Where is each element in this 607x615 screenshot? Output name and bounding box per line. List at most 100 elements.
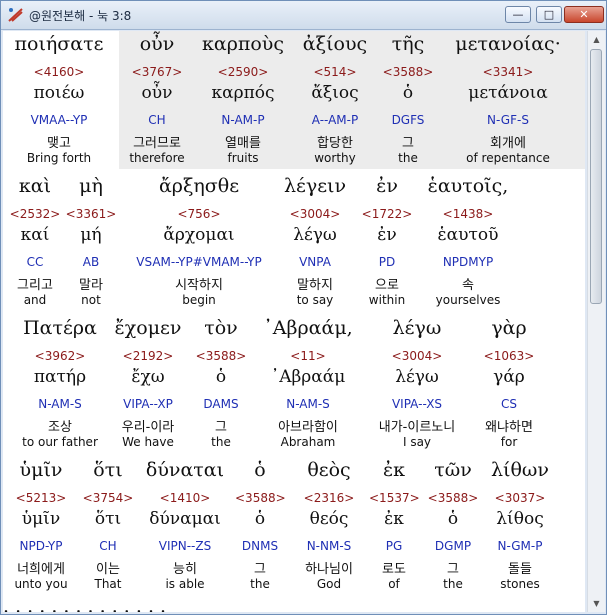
interlinear-word[interactable]: καὶ <2532> καί CC 그리고 and: [5, 175, 65, 311]
verse-content-area[interactable]: ποιήσατε <4160> ποιέω VMAA--YP 맺고 Bring forth…: [3, 31, 585, 612]
strong-number: <3004>: [391, 349, 443, 363]
vertical-scrollbar[interactable]: ▲ ▼: [587, 31, 605, 612]
maximize-button[interactable]: □: [536, 6, 562, 23]
interlinear-word[interactable]: ὅτι <3754> ὅτι CH 이는 That: [78, 459, 138, 595]
korean-gloss: 능히: [173, 562, 197, 577]
lemma-word: θεός: [309, 509, 349, 529]
greek-word: μετανοίας·: [455, 33, 561, 55]
parsing-code: CH: [148, 113, 166, 127]
lemma-word: μετάνοια: [468, 83, 548, 103]
lemma-word: ἐκ: [384, 509, 404, 529]
lemma-word: ὁ: [254, 509, 266, 529]
korean-gloss: 그: [254, 562, 266, 577]
strong-number: <1438>: [442, 207, 494, 221]
parsing-code: N-NM-S: [306, 539, 352, 553]
scroll-down-arrow-icon[interactable]: ▼: [588, 595, 605, 612]
parsing-code: AB: [82, 255, 100, 269]
korean-gloss: 조상: [48, 420, 72, 435]
greek-word: μὴ: [79, 175, 103, 197]
next-row-cutoff: · · · · · · · · · · · · · ·: [3, 601, 167, 612]
interlinear-word[interactable]: ὁ <3588> ὁ DNMS 그 the: [235, 459, 286, 595]
korean-gloss: 맺고: [47, 136, 71, 151]
greek-word: τὸν: [204, 317, 238, 339]
interlinear-word[interactable]: μὴ <3361> μή AB 말라 not: [61, 175, 121, 311]
interlinear-word[interactable]: Πατέρα <3962> πατήρ N-AM-S 조상 to our father: [8, 317, 113, 453]
scroll-up-arrow-icon[interactable]: ▲: [588, 31, 605, 48]
lemma-word: ἔχω: [131, 367, 165, 387]
korean-gloss: 그: [447, 562, 459, 577]
parsing-code: NPDMYP: [442, 255, 494, 269]
scroll-thumb[interactable]: [590, 49, 602, 304]
greek-word: δύναται: [145, 459, 225, 481]
lemma-word: καρπός: [211, 83, 275, 103]
interlinear-word[interactable]: τὸν <3588> ὁ DAMS 그 the: [191, 317, 251, 453]
interlinear-word[interactable]: μετανοίας· <3341> μετάνοια N-GF-S 회개에 of repe…: [443, 33, 573, 169]
english-gloss: We have: [122, 435, 174, 449]
lemma-word: γάρ: [493, 367, 525, 387]
interlinear-word[interactable]: ἐν <1722> ἐν PD 으로 within: [357, 175, 417, 311]
english-gloss: of: [388, 577, 400, 591]
interlinear-word[interactable]: καρποὺς <2590> καρπός N-AM-P 열매를 fruits: [198, 33, 288, 169]
english-gloss: God: [316, 577, 342, 591]
english-gloss: worthy: [314, 151, 356, 165]
greek-word: καὶ: [18, 175, 52, 197]
lemma-word: ἐν: [377, 225, 397, 245]
english-gloss: is able: [165, 577, 205, 591]
interlinear-word[interactable]: ἔχομεν <2192> ἔχω VIPA--XP 우리-이라 We have: [98, 317, 198, 453]
greek-word: ὅτι: [93, 459, 123, 481]
parsing-code: VIPA--XS: [391, 397, 443, 411]
parsing-code: VSAM--YP#VMAM--YP: [136, 255, 262, 269]
interlinear-word[interactable]: ἑαυτοῖς, <1438> ἑαυτοῦ NPDMYP 속 yourselves: [413, 175, 523, 311]
close-button[interactable]: ✕: [564, 6, 604, 23]
korean-gloss: 으로: [375, 278, 399, 293]
lemma-word: μή: [80, 225, 102, 245]
interlinear-word[interactable]: θεὸς <2316> θεός N-NM-S 하나님이 God: [289, 459, 369, 595]
strong-number: <2532>: [9, 207, 61, 221]
minimize-button[interactable]: —: [505, 6, 531, 23]
lemma-word: ἄξιος: [311, 83, 359, 103]
korean-gloss: 그: [215, 420, 227, 435]
parsing-code: NPD-YP: [19, 539, 63, 553]
interlinear-word[interactable]: ποιήσατε <4160> ποιέω VMAA--YP 맺고 Bring forth: [3, 33, 115, 169]
english-gloss: the: [443, 577, 463, 591]
english-gloss: of repentance: [466, 151, 550, 165]
parsing-code: DGFS: [391, 113, 425, 127]
korean-gloss: 시작하지: [175, 278, 223, 293]
parsing-code: PD: [378, 255, 396, 269]
parsing-code: VIPN--ZS: [158, 539, 212, 553]
korean-gloss: 그: [402, 136, 414, 151]
lemma-word: ὅτι: [94, 509, 122, 529]
interlinear-word[interactable]: δύναται <1410> δύναμαι VIPN--ZS 능히 is able: [140, 459, 230, 595]
strong-number: <3037>: [494, 491, 546, 505]
interlinear-word[interactable]: λίθων <3037> λίθος N-GM-P 돌들 stones: [485, 459, 555, 595]
interlinear-word[interactable]: ὑμῖν <5213> ὑμῖν NPD-YP 너희에게 unto you: [6, 459, 76, 595]
english-gloss: yourselves: [435, 293, 501, 307]
interlinear-word[interactable]: ᾿Αβραάμ, <11> ᾿Αβραάμ N-AM-S 아브라함이 Abraham: [253, 317, 363, 453]
english-gloss: That: [94, 577, 122, 591]
interlinear-word[interactable]: ἐκ <1537> ἐκ PG 로도 of: [369, 459, 420, 595]
greek-word: λίθων: [491, 459, 549, 481]
lemma-word: ᾿Αβραάμ: [270, 367, 346, 387]
greek-word: Πατέρα: [23, 317, 97, 339]
korean-gloss: 내가-이르노니: [378, 420, 456, 435]
title-bar[interactable]: @원전본해 - 눅 3:8 — □ ✕: [1, 1, 606, 30]
interlinear-word[interactable]: ἀξίους <514> ἄξιος A--AM-P 합당한 worthy: [295, 33, 375, 169]
greek-word: τῆς: [391, 33, 425, 55]
lemma-word: λίθος: [496, 509, 544, 529]
strong-number: <3341>: [482, 65, 534, 79]
interlinear-word[interactable]: οὖν <3767> οὖν CH 그러므로 therefore: [117, 33, 197, 169]
english-gloss: for: [500, 435, 518, 449]
strong-number: <2192>: [122, 349, 174, 363]
greek-word: ἐν: [376, 175, 398, 197]
strong-number: <3361>: [65, 207, 117, 221]
english-gloss: begin: [182, 293, 216, 307]
interlinear-word[interactable]: ἄρξησθε <756> ἄρχομαι VSAM--YP#VMAM--YP 시작하지…: [124, 175, 274, 311]
interlinear-word[interactable]: τῆς <3588> ὁ DGFS 그 the: [378, 33, 438, 169]
interlinear-word[interactable]: τῶν <3588> ὁ DGMP 그 the: [423, 459, 483, 595]
greek-word: ἀξίους: [302, 33, 368, 55]
interlinear-word[interactable]: λέγειν <3004> λέγω VNPA 말하지 to say: [275, 175, 355, 311]
parsing-code: CH: [99, 539, 117, 553]
greek-word: ἄρξησθε: [158, 175, 240, 197]
interlinear-word[interactable]: γὰρ <1063> γάρ CS 왜냐하면 for: [469, 317, 549, 453]
interlinear-word[interactable]: λέγω <3004> λέγω VIPA--XS 내가-이르노니 I say: [362, 317, 472, 453]
